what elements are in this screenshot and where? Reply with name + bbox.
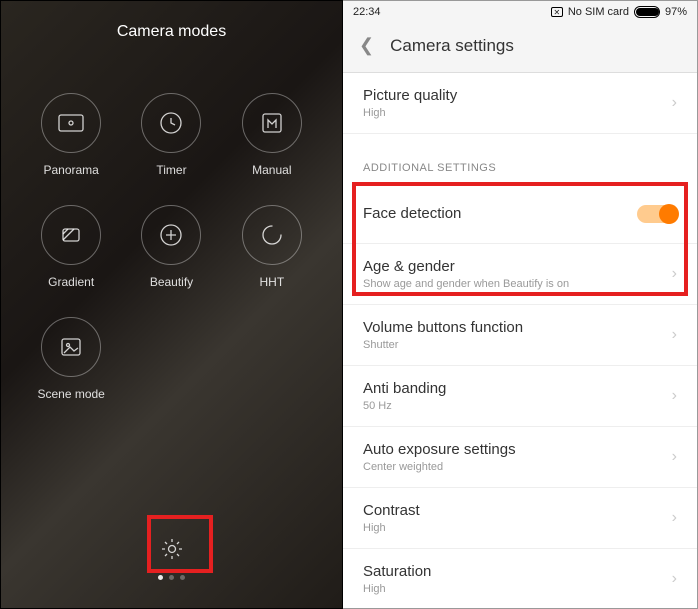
page-indicator: [158, 575, 185, 580]
chevron-right-icon: ›: [672, 387, 677, 405]
chevron-right-icon: ›: [672, 326, 677, 344]
settings-list[interactable]: Picture quality High › ADDITIONAL SETTIN…: [343, 73, 697, 608]
mode-label: Timer: [156, 163, 186, 177]
mode-beautify[interactable]: Beautify: [121, 205, 221, 289]
row-picture-quality[interactable]: Picture quality High ›: [343, 73, 697, 134]
back-button[interactable]: ❮: [359, 35, 374, 56]
battery-percent: 97%: [665, 6, 687, 18]
highlight-gear: [147, 515, 213, 573]
mode-label: Beautify: [150, 275, 193, 289]
mode-label: Gradient: [48, 275, 94, 289]
setting-title: Volume buttons function: [363, 319, 523, 336]
mode-label: Panorama: [43, 163, 98, 177]
camera-modes-title: Camera modes: [1, 1, 342, 63]
setting-title: Picture quality: [363, 87, 457, 104]
chevron-right-icon: ›: [672, 509, 677, 527]
setting-sub: High: [363, 522, 420, 534]
beautify-icon: [159, 223, 183, 247]
setting-sub: Show age and gender when Beautify is on: [363, 278, 569, 290]
mode-label: Manual: [252, 163, 291, 177]
camera-modes-screen: Camera modes Panorama Timer Manual Gradi…: [0, 0, 343, 609]
mode-gradient[interactable]: Gradient: [21, 205, 121, 289]
status-bar: 22:34 ✕ No SIM card 97%: [343, 1, 697, 23]
setting-title: Saturation: [363, 563, 431, 580]
modes-grid: Panorama Timer Manual Gradient Beautify …: [1, 63, 342, 401]
mode-hht[interactable]: HHT: [222, 205, 322, 289]
setting-title: Age & gender: [363, 258, 569, 275]
mode-label: Scene mode: [37, 387, 104, 401]
chevron-right-icon: ›: [672, 570, 677, 588]
setting-sub: High: [363, 583, 431, 595]
timer-icon: [159, 111, 183, 135]
settings-title: Camera settings: [390, 36, 514, 56]
gradient-icon: [60, 224, 82, 246]
setting-sub: Shutter: [363, 339, 523, 351]
setting-title: Face detection: [363, 205, 461, 222]
setting-sub: 50 Hz: [363, 400, 446, 412]
camera-settings-screen: 22:34 ✕ No SIM card 97% ❮ Camera setting…: [343, 0, 698, 609]
hht-icon: [261, 224, 283, 246]
battery-icon: [634, 6, 660, 18]
chevron-right-icon: ›: [672, 448, 677, 466]
scene-icon: [60, 336, 82, 358]
row-face-detection[interactable]: Face detection: [343, 184, 697, 244]
setting-sub: Center weighted: [363, 461, 516, 473]
row-contrast[interactable]: Contrast High ›: [343, 488, 697, 549]
setting-title: Auto exposure settings: [363, 441, 516, 458]
mode-panorama[interactable]: Panorama: [21, 93, 121, 177]
row-age-gender[interactable]: Age & gender Show age and gender when Be…: [343, 244, 697, 305]
manual-icon: [261, 112, 283, 134]
row-volume-buttons[interactable]: Volume buttons function Shutter ›: [343, 305, 697, 366]
setting-title: Anti banding: [363, 380, 446, 397]
mode-label: HHT: [259, 275, 284, 289]
mode-scene[interactable]: Scene mode: [21, 317, 121, 401]
mode-timer[interactable]: Timer: [121, 93, 221, 177]
row-anti-banding[interactable]: Anti banding 50 Hz ›: [343, 366, 697, 427]
setting-sub: High: [363, 107, 457, 119]
mode-manual[interactable]: Manual: [222, 93, 322, 177]
face-detection-toggle[interactable]: [637, 205, 677, 223]
settings-header: ❮ Camera settings: [343, 23, 697, 73]
nosim-icon: ✕: [551, 7, 563, 17]
row-auto-exposure[interactable]: Auto exposure settings Center weighted ›: [343, 427, 697, 488]
sim-status: No SIM card: [568, 6, 629, 18]
additional-settings-label: ADDITIONAL SETTINGS: [343, 134, 697, 184]
row-saturation[interactable]: Saturation High ›: [343, 549, 697, 608]
setting-title: Contrast: [363, 502, 420, 519]
chevron-right-icon: ›: [672, 265, 677, 283]
panorama-icon: [58, 114, 84, 132]
status-time: 22:34: [353, 6, 381, 18]
chevron-right-icon: ›: [672, 94, 677, 112]
